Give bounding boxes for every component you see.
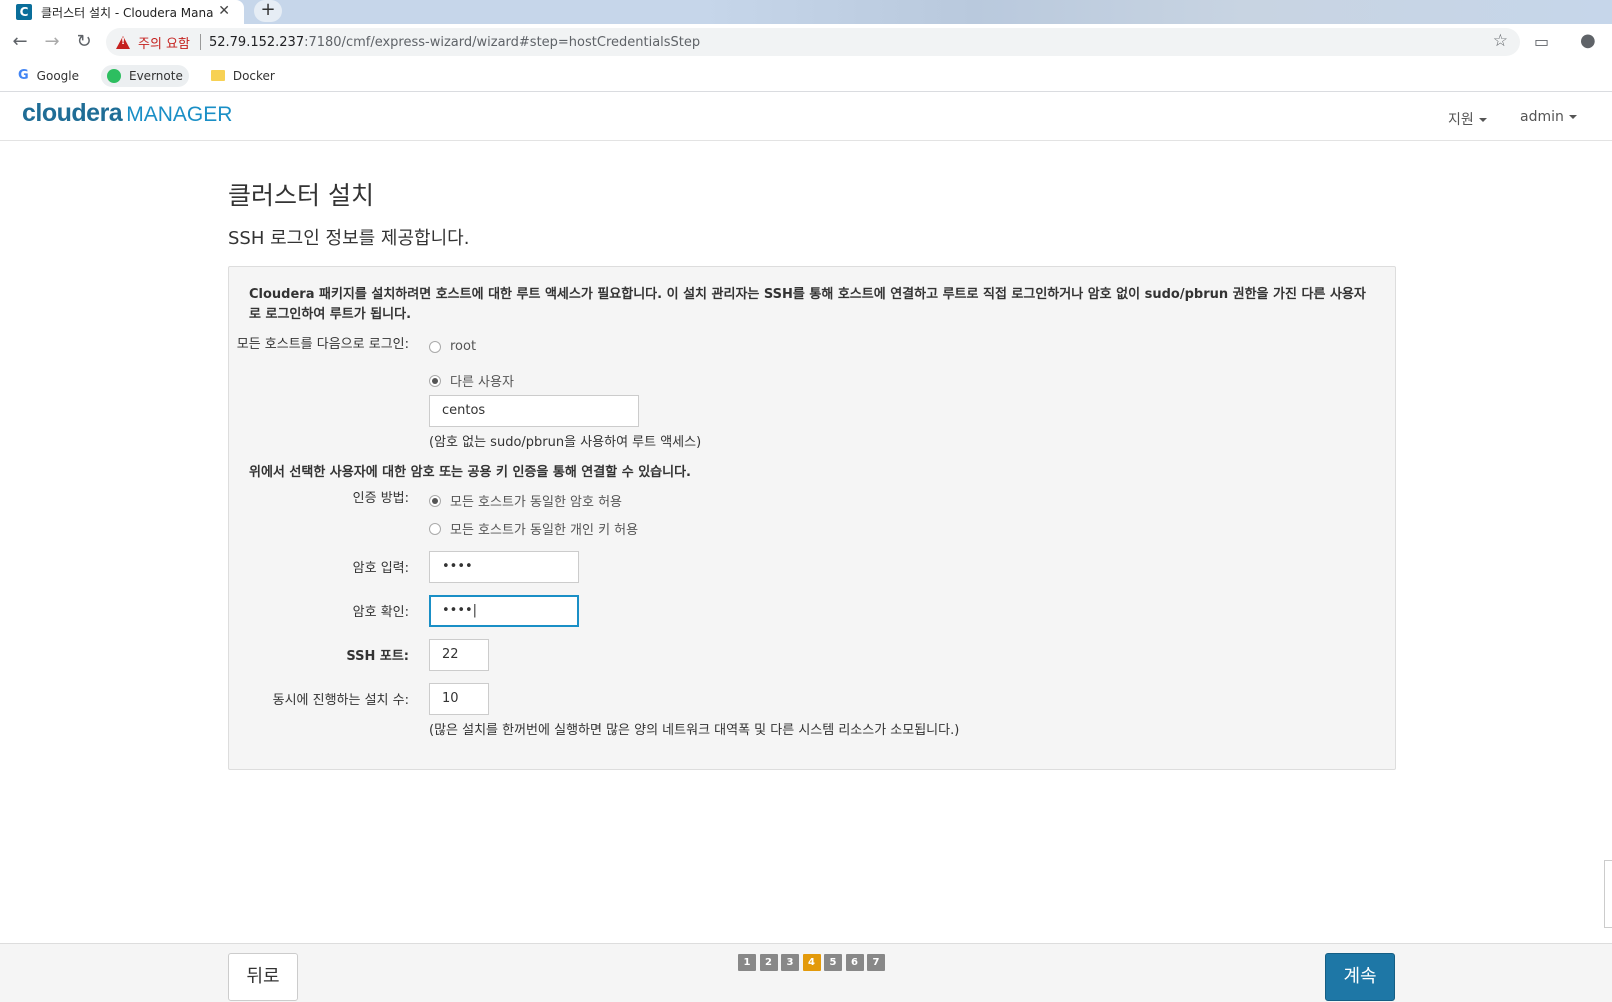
username-input[interactable]: centos xyxy=(429,395,639,427)
support-menu[interactable]: 지원 xyxy=(1448,109,1487,129)
credentials-panel: Cloudera 패키지를 설치하려면 호스트에 대한 루트 액세스가 필요합니… xyxy=(228,266,1396,770)
radio-icon xyxy=(429,340,441,353)
login-label: 모든 호스트를 다음으로 로그인: xyxy=(236,337,409,352)
evernote-icon xyxy=(107,68,121,83)
step-5: 5 xyxy=(824,954,842,971)
confirm-password-label: 암호 확인: xyxy=(352,605,409,620)
wizard-steps: 1 2 3 4 5 6 7 xyxy=(738,954,889,971)
app-header: cloudera MANAGER 지원 admin xyxy=(0,93,1612,141)
address-bar[interactable]: 주의 요함 52.79.152.237 :7180/cmf/express-wi… xyxy=(106,28,1520,56)
auth-method-label: 인증 방법: xyxy=(352,491,409,506)
wizard-footer: 뒤로 1 2 3 4 5 6 7 계속 xyxy=(0,943,1612,1002)
confirm-password-input[interactable]: ••••| xyxy=(429,595,579,627)
bookmark-label: Evernote xyxy=(129,68,183,83)
step-3: 3 xyxy=(781,954,799,971)
bookmark-evernote[interactable]: Evernote xyxy=(101,64,189,87)
back-arrow-icon[interactable]: ← xyxy=(8,30,32,54)
step-6: 6 xyxy=(845,954,864,971)
google-icon: G xyxy=(18,68,29,83)
bookmark-label: Google xyxy=(36,68,79,83)
url-path: :7180/cmf/express-wizard/wizard#step=hos… xyxy=(304,34,701,50)
browser-tabstrip: C 클러스터 설치 - Cloudera Mana ✕ + xyxy=(0,0,1612,24)
radio-selected-icon xyxy=(429,494,441,507)
step-4-current: 4 xyxy=(802,954,821,971)
intro-text: Cloudera 패키지를 설치하려면 호스트에 대한 루트 액세스가 필요합니… xyxy=(249,287,1366,322)
auth-private-key-radio[interactable]: 모든 호스트가 동일한 개인 키 허용 xyxy=(429,519,638,538)
cloudera-favicon-icon: C xyxy=(16,4,32,20)
step-7: 7 xyxy=(867,954,885,971)
parallel-installs-label: 동시에 진행하는 설치 수: xyxy=(272,693,409,708)
caret-down-icon xyxy=(1478,118,1487,122)
cast-icon[interactable]: ▭ xyxy=(1534,32,1549,51)
profile-icon[interactable]: ● xyxy=(1580,30,1596,51)
security-warning[interactable]: 주의 요함 xyxy=(138,33,190,52)
caret-down-icon xyxy=(1568,115,1577,119)
browser-toolbar: ← → ↻ 주의 요함 52.79.152.237 :7180/cmf/expr… xyxy=(0,24,1612,60)
side-feedback-widget[interactable] xyxy=(1604,860,1612,928)
password-input[interactable]: •••• xyxy=(429,551,579,583)
radio-label: 모든 호스트가 동일한 암호 허용 xyxy=(450,495,623,510)
tab-title: 클러스터 설치 - Cloudera Mana xyxy=(41,5,214,20)
username-hint: (암호 없는 sudo/pbrun을 사용하여 루트 액세스) xyxy=(429,435,702,450)
logo-sub: MANAGER xyxy=(126,103,233,126)
bookmark-docker[interactable]: Docker xyxy=(205,65,281,87)
parallel-installs-hint: (많은 설치를 한꺼번에 실행하면 많은 양의 네트워크 대역폭 및 다른 시스… xyxy=(429,723,960,738)
login-other-user-radio[interactable]: 다른 사용자 xyxy=(429,371,514,390)
password-label: 암호 입력: xyxy=(352,561,409,576)
divider xyxy=(199,34,201,50)
radio-icon xyxy=(429,522,441,535)
folder-icon xyxy=(210,70,225,81)
url-host: 52.79.152.237 xyxy=(208,34,305,50)
login-root-radio[interactable]: root xyxy=(429,339,476,354)
step-1: 1 xyxy=(738,954,756,971)
page-title: 클러스터 설치 xyxy=(228,181,374,210)
new-tab-button[interactable]: + xyxy=(254,0,282,22)
bookmarks-bar: G Google Evernote Docker xyxy=(0,60,1612,92)
ssh-port-input[interactable]: 22 xyxy=(429,639,489,671)
page-subtitle: SSH 로그인 정보를 제공합니다. xyxy=(228,228,470,249)
step-2: 2 xyxy=(759,954,778,971)
radio-label: root xyxy=(450,339,477,354)
ssh-port-label: SSH 포트: xyxy=(346,649,409,664)
radio-label: 모든 호스트가 동일한 개인 키 허용 xyxy=(450,523,639,538)
back-button[interactable]: 뒤로 xyxy=(228,953,298,1001)
bookmark-google[interactable]: G Google xyxy=(12,64,85,87)
continue-button[interactable]: 계속 xyxy=(1325,953,1395,1001)
parallel-installs-input[interactable]: 10 xyxy=(429,683,489,715)
forward-arrow-icon[interactable]: → xyxy=(40,30,64,54)
warning-icon xyxy=(116,35,130,49)
logo-main: cloudera xyxy=(22,99,123,127)
radio-label: 다른 사용자 xyxy=(450,375,514,390)
cloudera-manager-logo[interactable]: cloudera MANAGER xyxy=(22,99,232,128)
browser-tab[interactable]: C 클러스터 설치 - Cloudera Mana ✕ xyxy=(0,0,244,24)
blurred-background xyxy=(700,0,1612,24)
main-content: 클러스터 설치 SSH 로그인 정보를 제공합니다. Cloudera 패키지를… xyxy=(228,176,1396,770)
user-label: admin xyxy=(1520,109,1564,125)
user-menu[interactable]: admin xyxy=(1520,109,1577,125)
radio-selected-icon xyxy=(429,374,441,387)
support-label: 지원 xyxy=(1448,112,1474,128)
auth-intro-text: 위에서 선택한 사용자에 대한 암호 또는 공용 키 인증을 통해 연결할 수 … xyxy=(249,465,691,480)
close-icon[interactable]: ✕ xyxy=(218,3,230,19)
auth-password-radio[interactable]: 모든 호스트가 동일한 암호 허용 xyxy=(429,491,622,510)
star-icon[interactable]: ☆ xyxy=(1493,31,1508,51)
bookmark-label: Docker xyxy=(232,68,275,83)
reload-icon[interactable]: ↻ xyxy=(72,30,96,54)
